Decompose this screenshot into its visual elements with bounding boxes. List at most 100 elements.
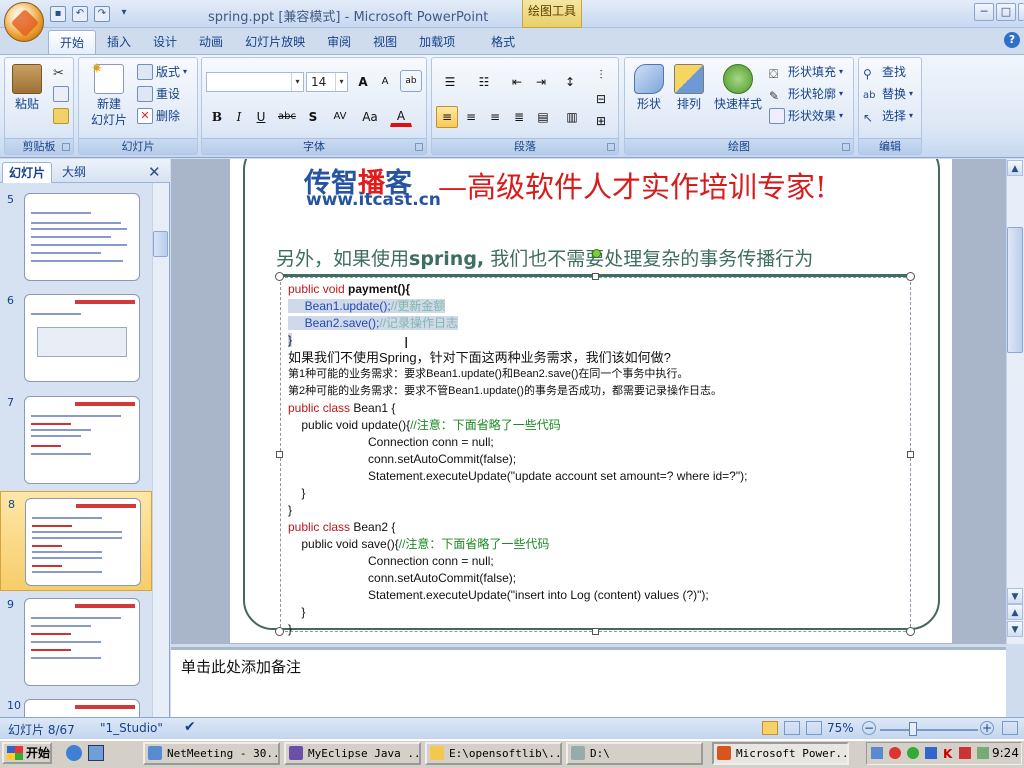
clear-format-icon[interactable]: ab bbox=[400, 70, 422, 92]
font-size-combo[interactable]: 14 ▾ bbox=[306, 72, 348, 92]
clock[interactable]: 9:24 bbox=[992, 743, 1019, 764]
smartart-icon[interactable]: ⊞ bbox=[590, 110, 612, 132]
resize-handle[interactable] bbox=[906, 272, 915, 281]
resize-handle[interactable] bbox=[906, 627, 915, 636]
zoom-slider[interactable] bbox=[880, 729, 978, 731]
paste-button[interactable]: 粘贴 bbox=[9, 64, 45, 112]
scroll-down-icon[interactable]: ▼ bbox=[1007, 588, 1023, 604]
slides-pane-scroll-thumb[interactable] bbox=[153, 231, 168, 257]
scroll-up-icon[interactable]: ▲ bbox=[1007, 160, 1023, 176]
taskbar-item-myeclipse[interactable]: MyEclipse Java ... bbox=[284, 742, 421, 765]
char-spacing-button[interactable]: AV bbox=[326, 106, 354, 128]
tray-k-icon[interactable]: K bbox=[943, 744, 952, 765]
spellcheck-icon[interactable]: ✔ bbox=[184, 719, 196, 735]
slide-thumbnail[interactable]: 9 bbox=[0, 592, 152, 692]
slide-thumbnail[interactable]: 7 bbox=[0, 390, 152, 490]
tab-format[interactable]: 格式 bbox=[480, 30, 526, 54]
close-button[interactable] bbox=[1018, 3, 1024, 21]
shape-outline-button[interactable]: ✎ 形状轮廓 ▾ bbox=[769, 84, 843, 104]
delete-button[interactable]: ✕ 删除 bbox=[137, 106, 180, 126]
tab-view[interactable]: 视图 bbox=[362, 30, 408, 54]
distributed-icon[interactable]: ▤ bbox=[532, 106, 554, 128]
format-painter-button[interactable] bbox=[53, 106, 69, 126]
font-name-combo[interactable]: ▾ bbox=[206, 72, 304, 92]
slide-thumbnail[interactable]: 10 bbox=[0, 693, 152, 717]
justify-icon[interactable]: ≣ bbox=[508, 106, 530, 128]
tab-design[interactable]: 设计 bbox=[142, 30, 188, 54]
quick-styles-button[interactable]: 快速样式 bbox=[711, 64, 765, 112]
slide-scroll-thumb[interactable] bbox=[1007, 227, 1023, 353]
italic-button[interactable]: I bbox=[228, 106, 250, 128]
shapes-button[interactable]: 形状 bbox=[631, 64, 667, 112]
slide-subtitle[interactable]: 另外，如果使用spring, 我们也不需要处理复杂的事务传播行为 bbox=[276, 244, 813, 271]
tray-app-icon[interactable] bbox=[889, 747, 901, 759]
slide-thumbnail[interactable]: 5 bbox=[0, 187, 152, 287]
redo-icon[interactable]: ↷ bbox=[94, 6, 110, 22]
align-right-icon[interactable]: ≡ bbox=[484, 106, 506, 128]
tray-app-icon[interactable] bbox=[977, 747, 989, 759]
font-launcher-icon[interactable] bbox=[415, 143, 423, 151]
tray-app-icon[interactable] bbox=[925, 747, 937, 759]
decrease-indent-icon[interactable]: ⇤ bbox=[506, 71, 528, 93]
copy-button[interactable] bbox=[53, 84, 69, 104]
slide-thumbnail[interactable]: 6 bbox=[0, 288, 152, 388]
tray-app-icon[interactable] bbox=[907, 747, 919, 759]
clipboard-launcher-icon[interactable] bbox=[62, 143, 70, 151]
close-pane-icon[interactable]: ✕ bbox=[148, 163, 161, 181]
fit-to-window-icon[interactable] bbox=[1002, 721, 1018, 735]
shape-fill-button[interactable]: ⛋ 形状填充 ▾ bbox=[769, 62, 843, 82]
taskbar-item-explorer-d[interactable]: D:\ bbox=[566, 742, 703, 765]
previous-slide-icon[interactable]: ▲ bbox=[1007, 604, 1023, 620]
tab-outline-pane[interactable]: 大纲 bbox=[56, 162, 92, 183]
slideshow-view-icon[interactable] bbox=[806, 721, 822, 735]
numbering-icon[interactable]: ☷ bbox=[470, 71, 498, 93]
tab-animation[interactable]: 动画 bbox=[188, 30, 234, 54]
notes-placeholder[interactable]: 单击此处添加备注 bbox=[181, 656, 301, 677]
ie-icon[interactable] bbox=[66, 745, 82, 761]
slide-code-block[interactable]: public void payment(){ Bean1.update();//… bbox=[288, 281, 898, 638]
font-color-button[interactable]: A bbox=[390, 105, 412, 127]
text-direction-icon[interactable]: ⫶ bbox=[590, 64, 612, 86]
cut-button[interactable]: ✂ bbox=[53, 62, 69, 82]
start-button[interactable]: 开始 bbox=[2, 742, 52, 764]
maximize-button[interactable]: □ bbox=[996, 3, 1016, 21]
tab-slides-pane[interactable]: 幻灯片 bbox=[2, 162, 53, 183]
resize-handle[interactable] bbox=[907, 451, 914, 458]
tab-insert[interactable]: 插入 bbox=[96, 30, 142, 54]
columns-icon[interactable]: ▥ bbox=[558, 106, 586, 128]
office-button[interactable] bbox=[4, 2, 44, 42]
slides-pane-scrollbar[interactable] bbox=[152, 183, 169, 717]
grow-font-button[interactable]: A bbox=[352, 71, 374, 93]
sorter-view-icon[interactable] bbox=[784, 721, 800, 735]
underline-button[interactable]: U bbox=[250, 106, 272, 128]
arrange-button[interactable]: 排列 bbox=[671, 64, 707, 112]
zoom-in-icon[interactable]: + bbox=[980, 721, 994, 735]
slide-thumbnail-selected[interactable]: 8 bbox=[0, 491, 152, 591]
tab-slideshow[interactable]: 幻灯片放映 bbox=[234, 30, 316, 54]
increase-indent-icon[interactable]: ⇥ bbox=[530, 71, 552, 93]
minimize-button[interactable]: ─ bbox=[974, 3, 994, 21]
taskbar-item-powerpoint[interactable]: Microsoft Power... bbox=[712, 742, 849, 765]
select-button[interactable]: ↖ 选择 ▾ bbox=[863, 106, 913, 126]
network-icon[interactable] bbox=[871, 747, 883, 759]
replace-button[interactable]: ab 替换 ▾ bbox=[863, 84, 913, 104]
next-slide-icon[interactable]: ▼ bbox=[1007, 621, 1023, 637]
align-left-icon[interactable]: ≡ bbox=[436, 106, 458, 128]
line-spacing-icon[interactable]: ↕ bbox=[556, 71, 584, 93]
tab-home[interactable]: 开始 bbox=[48, 30, 97, 54]
tab-review[interactable]: 审阅 bbox=[316, 30, 362, 54]
reset-button[interactable]: 重设 bbox=[137, 84, 180, 104]
new-slide-button[interactable]: ✷ 新建 幻灯片 bbox=[83, 61, 135, 128]
taskbar-item-netmeeting[interactable]: NetMeeting - 30... bbox=[143, 742, 280, 765]
change-case-button[interactable]: Aa bbox=[356, 106, 384, 128]
layout-button[interactable]: 版式 ▾ bbox=[137, 62, 187, 82]
resize-handle[interactable] bbox=[276, 451, 283, 458]
desktop-icon[interactable] bbox=[88, 745, 104, 761]
zoom-out-icon[interactable]: − bbox=[862, 721, 876, 735]
help-icon[interactable]: ? bbox=[1004, 32, 1020, 48]
customize-qat-icon[interactable]: ▾ bbox=[116, 6, 132, 22]
find-button[interactable]: ⚲ 查找 bbox=[863, 62, 906, 82]
zoom-level[interactable]: 75% bbox=[827, 721, 854, 735]
shadow-button[interactable]: S bbox=[302, 106, 324, 128]
resize-handle[interactable] bbox=[275, 272, 284, 281]
